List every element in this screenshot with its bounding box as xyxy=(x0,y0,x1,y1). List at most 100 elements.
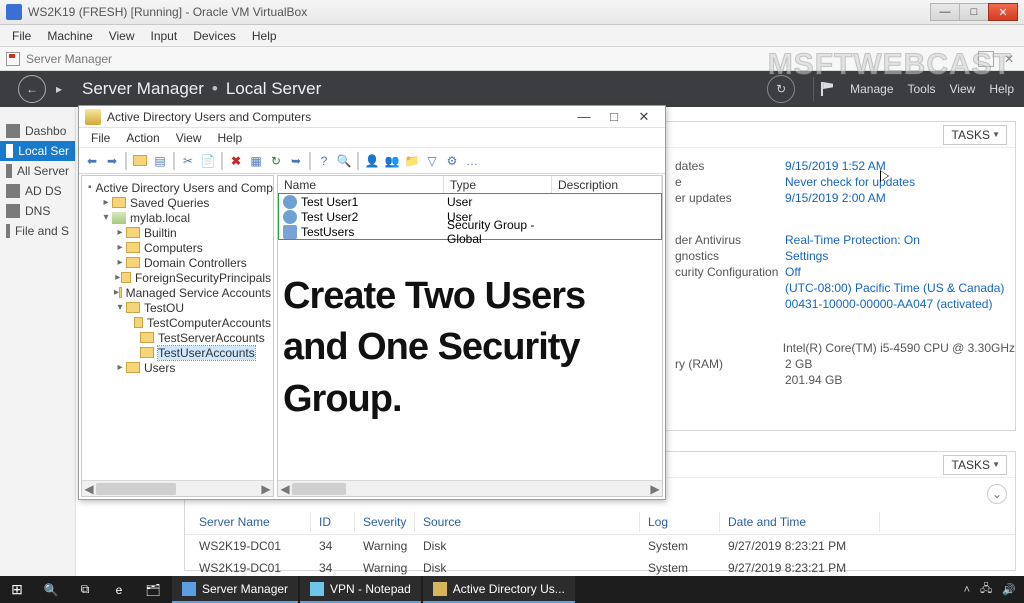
search-button[interactable]: 🔍 xyxy=(34,576,68,603)
collapse-button[interactable]: ⌄ xyxy=(987,484,1007,504)
sidebar-item-dashboard[interactable]: Dashbo xyxy=(0,121,75,141)
copy-icon[interactable]: 📄 xyxy=(199,152,217,170)
show-hide-tree-icon[interactable]: ▤ xyxy=(151,152,169,170)
aduc-maximize-button[interactable]: □ xyxy=(599,109,629,124)
tray-chevron-icon[interactable]: ˄ xyxy=(964,584,970,596)
vb-menu-help[interactable]: Help xyxy=(244,27,285,45)
prop-value[interactable]: 9/15/2019 2:00 AM xyxy=(785,191,886,205)
list-item[interactable]: TestUsersSecurity Group - Global xyxy=(279,224,661,239)
col-id[interactable]: ID xyxy=(311,512,355,532)
tree-saved-queries[interactable]: ▸Saved Queries xyxy=(84,195,271,210)
aduc-menu-view[interactable]: View xyxy=(168,130,210,146)
tree-domain[interactable]: ▾mylab.local xyxy=(84,210,271,225)
taskbar-item-aduc[interactable]: Active Directory Us... xyxy=(423,576,575,603)
new-user-icon[interactable]: 👤 xyxy=(363,152,381,170)
cut-icon[interactable]: ✂ xyxy=(179,152,197,170)
list-item[interactable]: Test User1User xyxy=(279,194,661,209)
col-type[interactable]: Type xyxy=(444,176,552,193)
explorer-icon[interactable]: 🗂 xyxy=(136,576,170,603)
tree-domain-controllers[interactable]: ▸Domain Controllers xyxy=(84,255,271,270)
refresh-icon[interactable]: ↻ xyxy=(267,152,285,170)
menu-view[interactable]: View xyxy=(950,82,976,96)
taskbar-item-notepad[interactable]: VPN - Notepad xyxy=(300,576,421,603)
menu-tools[interactable]: Tools xyxy=(908,82,936,96)
prop-value[interactable]: (UTC-08:00) Pacific Time (US & Canada) xyxy=(785,281,1004,295)
tasks-dropdown[interactable]: TASKS xyxy=(943,125,1007,145)
aduc-menu-help[interactable]: Help xyxy=(210,130,251,146)
sidebar-item-all-servers[interactable]: All Server xyxy=(0,161,75,181)
breadcrumb-section[interactable]: Local Server xyxy=(226,79,321,99)
col-severity[interactable]: Severity xyxy=(355,512,415,532)
menu-manage[interactable]: Manage xyxy=(850,82,893,96)
tasks-dropdown[interactable]: TASKS xyxy=(943,455,1007,475)
breadcrumb-app[interactable]: Server Manager xyxy=(82,79,204,99)
prop-value[interactable]: Settings xyxy=(785,249,828,263)
properties-icon[interactable]: ▦ xyxy=(247,152,265,170)
tree-builtin[interactable]: ▸Builtin xyxy=(84,225,271,240)
new-group-icon[interactable]: 👥 xyxy=(383,152,401,170)
prop-value[interactable]: Never check for updates xyxy=(785,175,915,189)
new-ou-icon[interactable]: 📁 xyxy=(403,152,421,170)
tree-users[interactable]: ▸Users xyxy=(84,360,271,375)
col-server[interactable]: Server Name xyxy=(191,512,311,532)
vb-close-button[interactable]: ✕ xyxy=(988,3,1018,21)
col-source[interactable]: Source xyxy=(415,512,640,532)
aduc-close-button[interactable]: ✕ xyxy=(629,109,659,125)
vb-menu-view[interactable]: View xyxy=(101,27,143,45)
prop-value[interactable]: Off xyxy=(785,265,801,279)
tree-computers[interactable]: ▸Computers xyxy=(84,240,271,255)
system-tray[interactable]: ˄ 🖧 🔊 xyxy=(956,580,1024,599)
tree-root[interactable]: ▪Active Directory Users and Computers [W xyxy=(84,180,271,195)
delete-icon[interactable]: ✖ xyxy=(227,152,245,170)
sidebar-item-file-storage[interactable]: File and S xyxy=(0,221,75,241)
tree-test-computer-accounts[interactable]: TestComputerAccounts xyxy=(84,315,271,330)
help-icon[interactable]: ? xyxy=(315,152,333,170)
vb-minimize-button[interactable]: — xyxy=(930,3,960,21)
ie-icon[interactable]: e xyxy=(102,576,136,603)
col-datetime[interactable]: Date and Time xyxy=(720,512,880,532)
tree-test-user-accounts[interactable]: TestUserAccounts xyxy=(84,345,271,360)
menu-help[interactable]: Help xyxy=(989,82,1014,96)
task-view-button[interactable]: ⧉ xyxy=(68,576,102,603)
prop-value[interactable]: 9/15/2019 1:52 AM xyxy=(785,159,886,173)
col-description[interactable]: Description xyxy=(552,176,662,193)
find-icon[interactable]: 🔍 xyxy=(335,152,353,170)
tree-msa[interactable]: ▸Managed Service Accounts xyxy=(84,285,271,300)
aduc-menu-file[interactable]: File xyxy=(83,130,118,146)
nav-fwd-button[interactable]: ▸ xyxy=(50,75,68,103)
add-to-group-icon[interactable]: ⚙ xyxy=(443,152,461,170)
col-log[interactable]: Log xyxy=(640,512,720,532)
prop-value[interactable]: Real-Time Protection: On xyxy=(785,233,920,247)
more-icon[interactable]: … xyxy=(463,152,481,170)
aduc-minimize-button[interactable]: — xyxy=(569,109,599,124)
up-folder-icon[interactable] xyxy=(131,152,149,170)
tray-network-icon[interactable]: 🖧 xyxy=(980,580,992,599)
tree-test-server-accounts[interactable]: TestServerAccounts xyxy=(84,330,271,345)
nav-back-button[interactable]: ← xyxy=(18,75,46,103)
sidebar-item-ad-ds[interactable]: AD DS xyxy=(0,181,75,201)
start-button[interactable]: ⊞ xyxy=(0,576,34,603)
col-name[interactable]: Name xyxy=(278,176,444,193)
event-row[interactable]: WS2K19-DC01 34 Warning Disk System 9/27/… xyxy=(185,535,1015,557)
filter-icon[interactable]: ▽ xyxy=(423,152,441,170)
vb-menu-devices[interactable]: Devices xyxy=(185,27,244,45)
tree-fsp[interactable]: ▸ForeignSecurityPrincipals xyxy=(84,270,271,285)
list-h-scrollbar[interactable]: ◀▶ xyxy=(278,480,662,496)
export-icon[interactable]: ➥ xyxy=(287,152,305,170)
tree-testou[interactable]: ▾TestOU xyxy=(84,300,271,315)
vb-menu-input[interactable]: Input xyxy=(143,27,186,45)
aduc-menu-action[interactable]: Action xyxy=(118,130,167,146)
taskbar-item-server-manager[interactable]: Server Manager xyxy=(172,576,298,603)
vb-maximize-button[interactable]: □ xyxy=(959,3,989,21)
nav-back-icon[interactable]: ⬅ xyxy=(83,152,101,170)
notifications-flag-icon[interactable] xyxy=(818,80,836,98)
aduc-titlebar[interactable]: Active Directory Users and Computers — □… xyxy=(79,106,665,128)
nav-forward-icon[interactable]: ➡ xyxy=(103,152,121,170)
sidebar-item-local-server[interactable]: Local Ser xyxy=(0,141,75,161)
vb-menu-machine[interactable]: Machine xyxy=(39,27,100,45)
sidebar-item-dns[interactable]: DNS xyxy=(0,201,75,221)
tree-h-scrollbar[interactable]: ◀▶ xyxy=(82,480,273,496)
tray-sound-icon[interactable]: 🔊 xyxy=(1002,583,1016,596)
vb-menu-file[interactable]: File xyxy=(4,27,39,45)
prop-value[interactable]: 00431-10000-00000-AA047 (activated) xyxy=(785,297,992,311)
